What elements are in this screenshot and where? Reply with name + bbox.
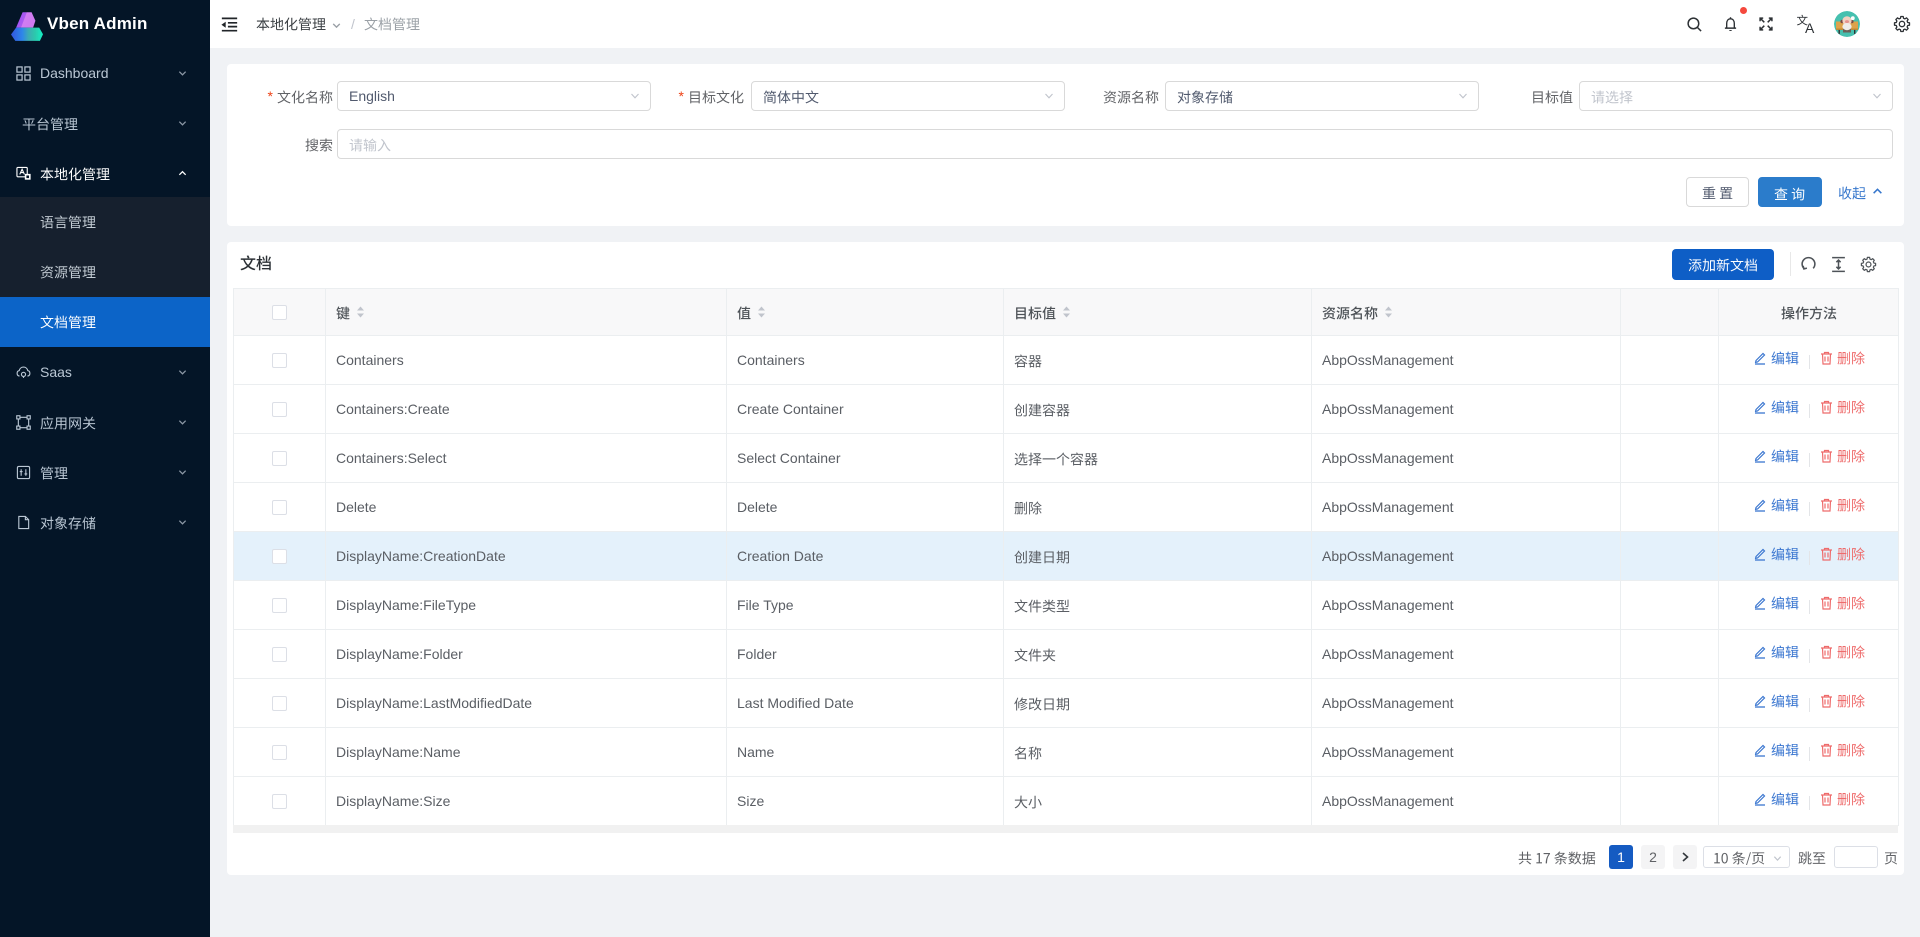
svg-text:A: A	[1805, 20, 1815, 35]
